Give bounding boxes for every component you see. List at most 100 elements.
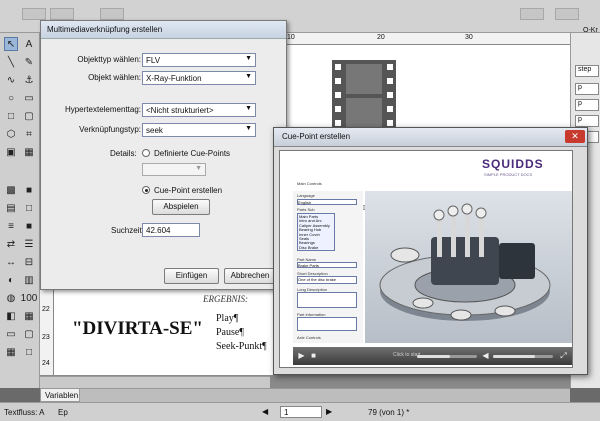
- line-tool-icon[interactable]: ╲: [4, 55, 18, 69]
- align-icon[interactable]: ⊟: [22, 255, 36, 269]
- panel-item[interactable]: p: [575, 83, 599, 95]
- einfuegen-button[interactable]: Einfügen: [164, 268, 219, 284]
- chevron-down-icon: ▼: [245, 125, 252, 132]
- first-page-icon[interactable]: ◀: [262, 407, 268, 416]
- next-page-icon[interactable]: ▶: [326, 407, 332, 416]
- line-number: 22: [42, 306, 50, 313]
- anchor-tool-icon[interactable]: ⚓: [22, 73, 36, 87]
- abspielen-button[interactable]: Abspielen: [152, 199, 210, 215]
- objekt-label: Objekt wählen:: [88, 73, 141, 82]
- viewer-sidebar: Main Controls Language English Parts Sub…: [293, 181, 363, 343]
- list-icon[interactable]: ≡: [4, 219, 18, 233]
- frame-icon[interactable]: ▢: [22, 327, 36, 341]
- tab-variablen[interactable]: Variablen: [40, 388, 80, 402]
- dialog-title: Cue-Point erstellen: [274, 128, 587, 147]
- gradient-icon[interactable]: ◐: [4, 273, 18, 287]
- ruler-left: 22 23 24: [40, 290, 54, 375]
- box-icon[interactable]: □: [22, 345, 36, 359]
- rounded-rect-tool-icon[interactable]: ▢: [22, 109, 36, 123]
- verknuepfung-select[interactable]: seek ▼: [142, 123, 256, 137]
- part-name-field: Brake Parts: [297, 262, 357, 268]
- window-icon[interactable]: ▭: [4, 327, 18, 341]
- page-number-input[interactable]: 1: [280, 406, 322, 418]
- brake-model-image: [379, 203, 551, 321]
- parts-list[interactable]: Main Parts Intro and Arc Caliper Assembl…: [297, 213, 335, 251]
- multimedia-link-dialog: Multimediaverknüpfung erstellen Objektty…: [40, 20, 287, 290]
- lines-icon[interactable]: ☰: [22, 237, 36, 251]
- zoom-value[interactable]: 100: [21, 291, 38, 305]
- abbrechen-button[interactable]: Abbrechen: [224, 268, 276, 284]
- text-tool-icon[interactable]: A: [22, 37, 36, 51]
- panel-item[interactable]: p: [575, 115, 599, 127]
- timeline-slider[interactable]: [417, 355, 477, 358]
- panel-item[interactable]: step: [575, 65, 599, 77]
- toolbar-tab[interactable]: [520, 8, 544, 20]
- brake-3d-render[interactable]: [365, 191, 572, 343]
- polygon-tool-icon[interactable]: ⬡: [4, 127, 18, 141]
- toolbar-tab[interactable]: [100, 8, 124, 20]
- stroke-swatch-icon[interactable]: □: [22, 201, 36, 215]
- sidebar-label: Parts Sub: [297, 207, 315, 212]
- toolbar-tab[interactable]: [22, 8, 46, 20]
- close-icon[interactable]: ✕: [565, 130, 585, 143]
- volume-level: [493, 355, 535, 358]
- video-placeholder-icon: [332, 60, 396, 132]
- cue-points-select[interactable]: ▼: [142, 163, 206, 176]
- toolbar-tab[interactable]: [50, 8, 74, 20]
- ellipse-tool-icon[interactable]: ○: [4, 91, 18, 105]
- brand-header: SQUIDDS SIMPLE PRODUCT DOCS: [280, 151, 572, 186]
- panel-title: O-Kr: [583, 27, 598, 34]
- pen-tool-icon[interactable]: ✎: [22, 55, 36, 69]
- sidebar-label: Axle Controls: [297, 335, 321, 340]
- result-item: Seek-Punkt¶: [216, 341, 267, 352]
- volume-icon[interactable]: ◀: [481, 351, 490, 360]
- volume-slider[interactable]: [493, 355, 553, 358]
- objekttyp-select[interactable]: FLV ▼: [142, 53, 256, 67]
- radio-defined-cue-points[interactable]: [142, 149, 150, 157]
- crop-tool-icon[interactable]: ⌗: [22, 127, 36, 141]
- grid-small-icon[interactable]: ▦: [4, 345, 18, 359]
- panel-tabstrip: [80, 388, 570, 402]
- hypertext-select[interactable]: <Nicht strukturiert> ▼: [142, 103, 256, 117]
- horizontal-scrollbar[interactable]: [40, 376, 270, 388]
- toolbar-tab[interactable]: [555, 8, 579, 20]
- radio-create-cue-point[interactable]: [142, 186, 150, 194]
- fill-color-icon[interactable]: ■: [22, 183, 36, 197]
- document-heading: "DIVIRTA-SE": [72, 318, 203, 339]
- fullscreen-icon[interactable]: ⤢: [559, 351, 568, 360]
- details-label: Details:: [110, 149, 137, 158]
- rect-frame-tool-icon[interactable]: □: [4, 109, 18, 123]
- play-icon[interactable]: ▶: [297, 351, 306, 360]
- rect-tool-icon[interactable]: ▭: [22, 91, 36, 105]
- fill-swatch-icon[interactable]: ▤: [4, 201, 18, 215]
- pattern-icon[interactable]: ▩: [4, 183, 18, 197]
- ruler-mark: 10: [287, 34, 295, 41]
- swap-icon[interactable]: ⇄: [4, 237, 18, 251]
- grid-icon[interactable]: ▦: [22, 309, 36, 323]
- opacity-icon[interactable]: ◍: [4, 291, 18, 305]
- image-tool-icon[interactable]: ▣: [4, 145, 18, 159]
- panel-item[interactable]: p: [575, 99, 599, 111]
- stop-icon[interactable]: ■: [309, 351, 318, 360]
- table-tool-icon[interactable]: ▦: [22, 145, 36, 159]
- ergebnis-label: ERGEBNIS:: [203, 294, 248, 304]
- ruler-mark: 20: [377, 34, 385, 41]
- sidebar-label: Main Controls: [297, 181, 322, 186]
- radio-create-label: Cue-Point erstellen: [154, 186, 223, 195]
- selection-tool-icon[interactable]: ↖: [4, 37, 18, 51]
- document-page: [285, 45, 570, 135]
- hypertext-label: Hypertextelementtag:: [64, 105, 141, 114]
- video-preview[interactable]: SQUIDDS SIMPLE PRODUCT DOCS Main Control…: [279, 150, 573, 368]
- chevron-down-icon: ▼: [245, 55, 252, 62]
- curve-tool-icon[interactable]: ∿: [4, 73, 18, 87]
- arrow-icon[interactable]: ↔: [4, 255, 18, 269]
- shade-icon[interactable]: ▥: [22, 273, 36, 287]
- toolbox: ↖ A ╲ ✎ ∿ ⚓ ○ ▭ □ ▢ ⬡ ⌗ ▣ ▦ ▩ ■ ▤ □ ≡ ■ …: [0, 33, 40, 388]
- suchzeit-label: Suchzeit:: [111, 226, 144, 235]
- suchzeit-input[interactable]: 42.604: [142, 223, 200, 237]
- layer-icon[interactable]: ◧: [4, 309, 18, 323]
- list-item[interactable]: Disc Brake: [299, 245, 333, 250]
- language-select[interactable]: English: [297, 199, 357, 205]
- black-swatch-icon[interactable]: ■: [22, 219, 36, 233]
- objekt-select[interactable]: X-Ray-Funktion ▼: [142, 71, 256, 85]
